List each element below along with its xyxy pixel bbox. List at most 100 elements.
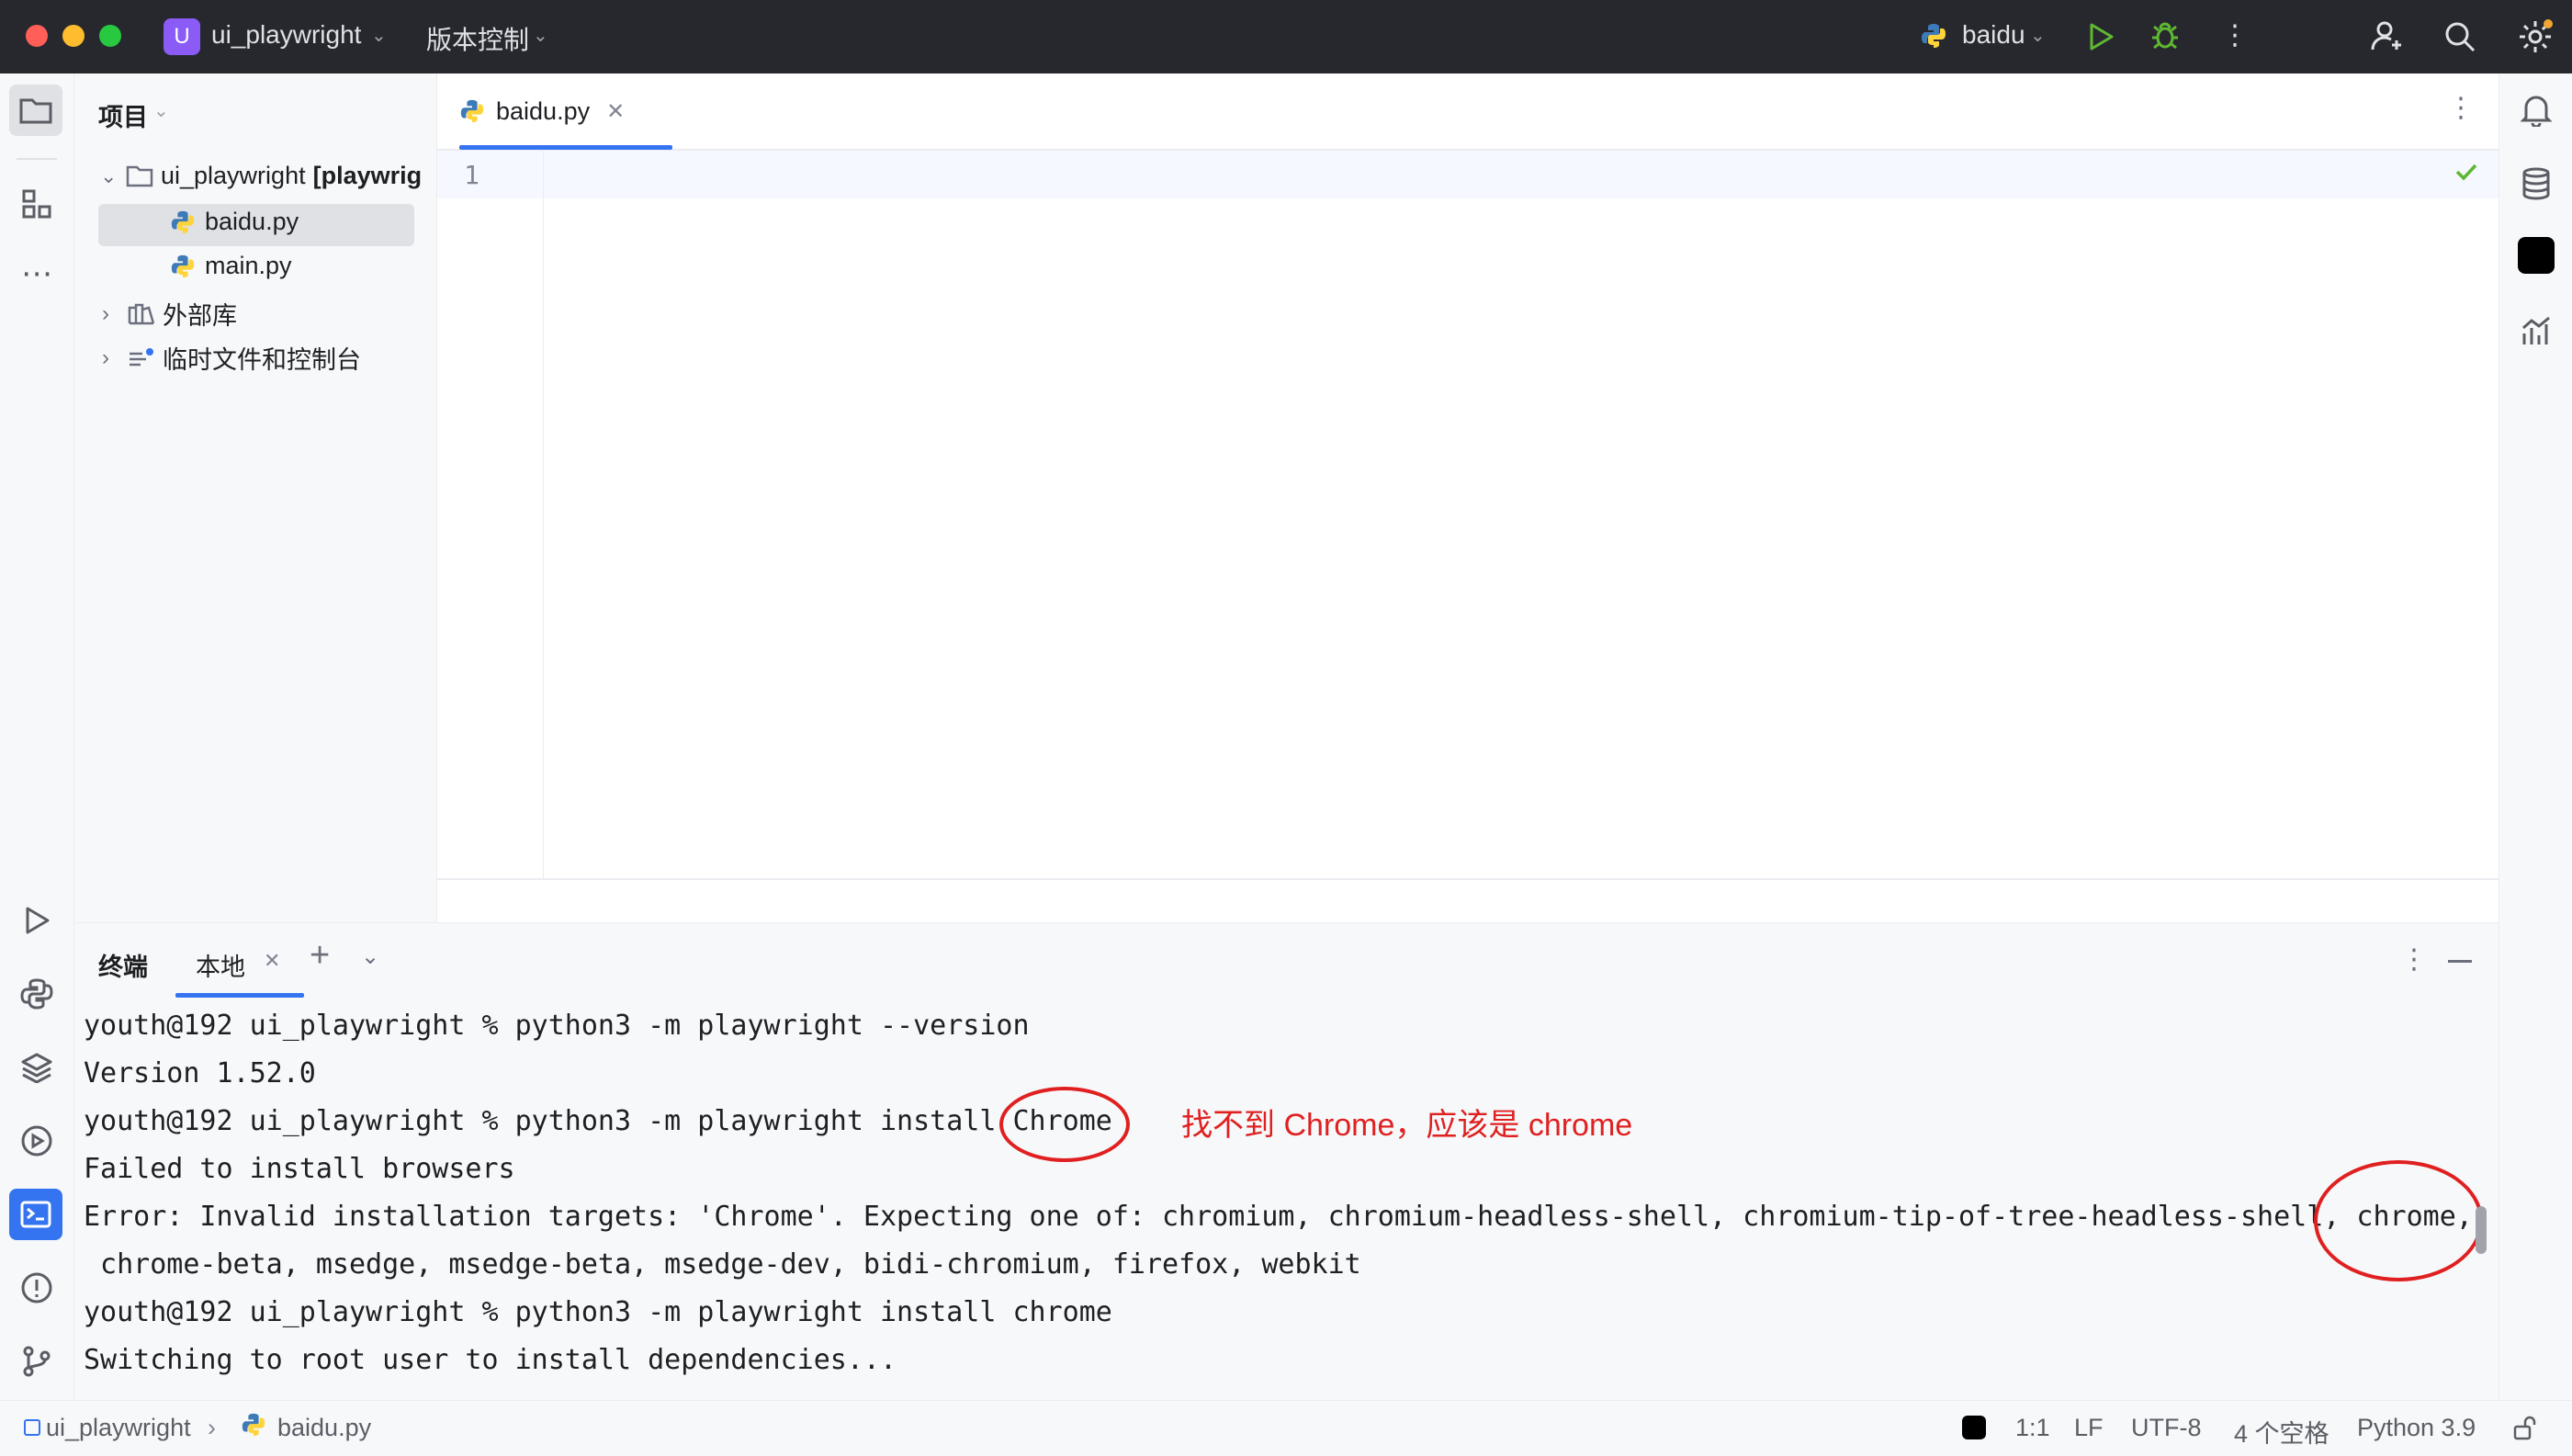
project-panel: 项目 ⌄ ⌄ ui_playwright [playwrig baidu.py … [74,73,437,922]
editor-bottom-border [437,878,2499,880]
unlock-icon[interactable] [2511,1416,2537,1441]
tree-item-root-folder[interactable]: ⌄ ui_playwright [playwrig [100,162,422,190]
new-terminal-plus-icon[interactable]: + [310,936,330,976]
editor-tab-label: baidu.py [496,96,591,125]
minimize-panel-icon[interactable] [2448,960,2472,963]
tree-item-label: main.py [205,252,292,279]
annotation-circle [2314,1160,2483,1281]
terminal-tab-local[interactable]: 本地 [196,947,245,983]
left-tool-stripe: ⋯ [0,73,74,1400]
close-window-button[interactable] [26,25,48,47]
vcs-menu[interactable]: 版本控制 [426,20,529,57]
chevron-down-icon[interactable]: ⌄ [100,164,126,188]
indent-setting[interactable]: 4 个空格 [2234,1414,2329,1450]
project-panel-title[interactable]: 项目 [98,97,148,133]
chevron-down-icon[interactable]: ⌄ [371,24,387,47]
scratches-icon [130,347,153,366]
close-tab-icon[interactable]: ✕ [606,98,625,125]
terminal-line: youth@192 ui_playwright % python3 -m pla… [84,1296,1112,1328]
breadcrumb-project[interactable]: ui_playwright [46,1414,191,1442]
debug-icon[interactable] [2149,20,2181,51]
divider [17,158,57,160]
services-icon[interactable] [17,1121,57,1161]
python-icon [1920,22,1947,50]
editor-tab-bar: baidu.py ✕ ⋮ [437,73,2499,151]
database-icon[interactable] [2516,164,2556,204]
terminal-icon[interactable] [9,1189,62,1240]
git-branch-icon[interactable] [17,1341,57,1382]
tree-item-label: 外部库 [163,302,237,330]
file-encoding[interactable]: UTF-8 [2131,1414,2202,1442]
tree-item-scratches[interactable]: › 临时文件和控制台 [102,340,361,376]
terminal-line: youth@192 ui_playwright % python3 -m pla… [84,1105,1112,1137]
chevron-down-icon[interactable]: ⌄ [361,943,379,970]
editor-tab-baidu-py[interactable]: baidu.py ✕ [459,73,625,149]
tree-item-module-name: [playwrig [312,162,423,189]
python-file-icon [241,1412,266,1438]
profiler-chart-icon[interactable] [2516,310,2556,351]
python-file-icon [460,99,484,123]
right-tool-stripe [2499,73,2572,1400]
breadcrumb-separator-icon: › [208,1414,216,1441]
settings-gear-icon[interactable] [2517,18,2554,55]
caret-position[interactable]: 1:1 [2015,1414,2050,1442]
terminal-output[interactable]: youth@192 ui_playwright % python3 -m pla… [74,999,2499,1400]
more-actions-icon[interactable]: ⋮ [2221,20,2249,51]
project-switcher[interactable]: ui_playwright [211,20,361,50]
python-console-icon[interactable] [17,974,57,1014]
add-user-icon[interactable] [2370,18,2405,53]
chevron-right-icon[interactable]: › [102,345,128,371]
problems-icon[interactable] [17,1268,57,1308]
terminal-line: Version 1.52.0 [84,1057,316,1089]
tree-item-external-libraries[interactable]: › 外部库 [102,296,237,332]
terminal-line: Error: Invalid installation targets: 'Ch… [84,1201,2473,1233]
current-line-highlight [437,151,2499,198]
breadcrumb-file[interactable]: baidu.py [277,1414,371,1442]
annotation-text: 找不到 Chrome，应该是 chrome [1181,1108,1633,1143]
line-number-gutter: 1 [437,151,544,878]
terminal-header: 终端 本地 ✕ + ⌄ ⋮ [74,922,2499,999]
notifications-bell-icon[interactable] [2516,90,2556,130]
active-tab-indicator [175,993,304,998]
line-separator[interactable]: LF [2074,1414,2104,1442]
tree-item-baidu-py[interactable]: baidu.py [170,208,299,236]
chevron-right-icon[interactable]: › [102,301,128,327]
title-bar: U ui_playwright ⌄ 版本控制 ⌄ baidu ⌄ ⋮ [0,0,2572,73]
layers-icon[interactable] [17,1047,57,1088]
python-interpreter[interactable]: Python 3.9 [2357,1414,2476,1442]
zoom-window-button[interactable] [99,25,121,47]
chevron-down-icon[interactable]: ⌄ [2030,24,2046,47]
chevron-down-icon[interactable]: ⌄ [533,24,548,47]
more-tools-icon[interactable]: ⋯ [17,254,57,294]
search-icon[interactable] [2443,20,2476,53]
run-tool-icon[interactable] [17,900,57,941]
code-editor[interactable] [437,151,2499,880]
black-square-icon[interactable] [2518,237,2555,274]
terminal-line: youth@192 ui_playwright % python3 -m pla… [84,1010,1030,1042]
structure-icon[interactable] [17,184,57,224]
tree-item-label: 临时文件和控制台 [163,346,361,374]
status-bar: ui_playwright › baidu.py 1:1 LF UTF-8 4 … [0,1400,2572,1456]
close-tab-icon[interactable]: ✕ [264,949,280,973]
python-file-icon [171,254,195,277]
annotation-circle [999,1087,1130,1162]
line-number: 1 [464,160,479,190]
terminal-title: 终端 [98,954,148,981]
black-square-icon[interactable] [1962,1416,1986,1439]
terminal-line: Switching to root user to install depend… [84,1344,897,1376]
tree-item-label: ui_playwright [161,162,306,189]
terminal-more-icon[interactable]: ⋮ [2400,943,2428,976]
run-icon[interactable] [2087,22,2115,51]
active-tab-indicator [459,145,672,150]
library-icon [128,303,155,324]
editor-more-icon[interactable]: ⋮ [2447,92,2475,124]
tree-item-main-py[interactable]: main.py [170,252,292,280]
module-icon [24,1419,40,1436]
terminal-scrollbar[interactable] [2476,1206,2487,1254]
terminal-line: Failed to install browsers [84,1153,515,1185]
no-problems-check-icon[interactable] [2453,158,2480,186]
minimize-window-button[interactable] [62,25,85,47]
run-config-selector[interactable]: baidu [1962,20,2025,50]
chevron-down-icon[interactable]: ⌄ [153,99,169,122]
project-folder-icon[interactable] [9,85,62,136]
